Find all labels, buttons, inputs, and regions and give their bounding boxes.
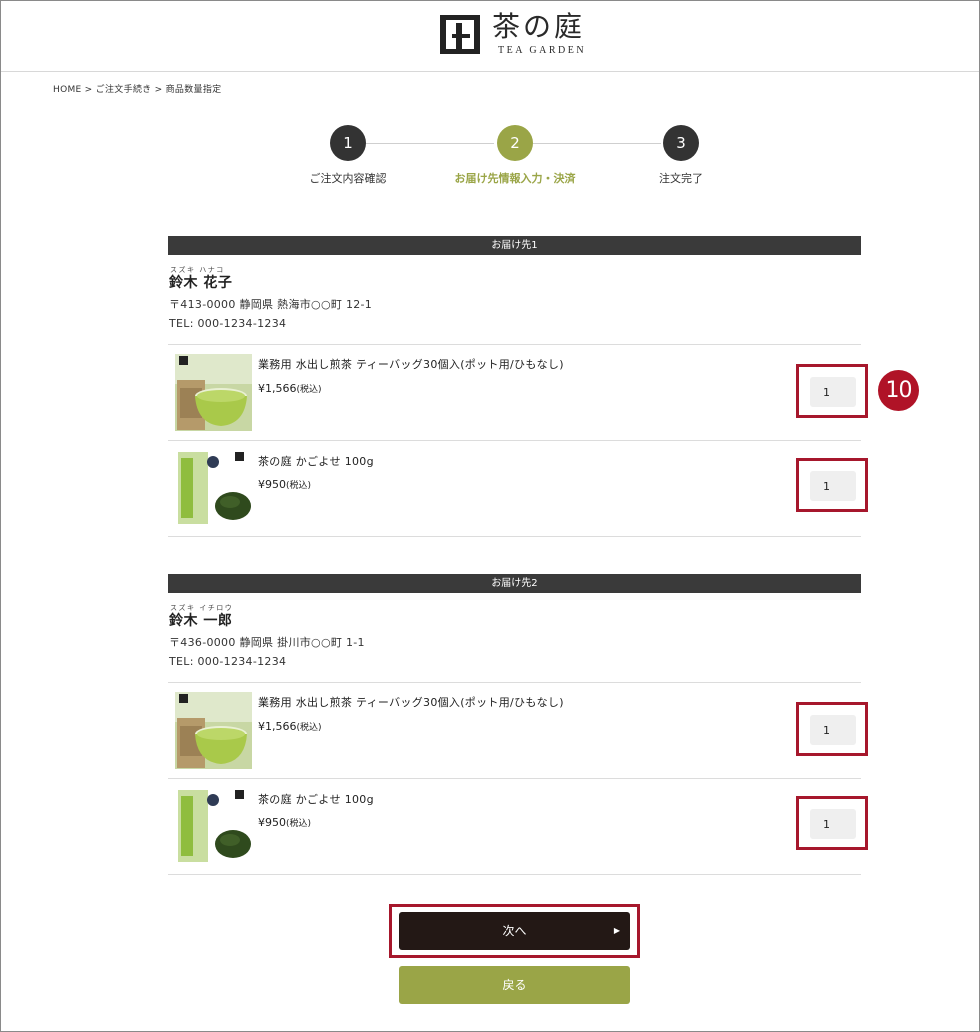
- product-name[interactable]: 業務用 水出し煎茶 ティーバッグ30個入(ポット用/ひもなし): [258, 694, 564, 710]
- tea-leaf-product-icon: [175, 450, 252, 527]
- product-price: ¥950(税込): [258, 816, 311, 829]
- divider: [168, 536, 861, 537]
- product-name[interactable]: 茶の庭 かごよせ 100g: [258, 453, 374, 469]
- step-3-label: 注文完了: [659, 172, 703, 185]
- play-arrow-icon: ▶: [613, 926, 620, 935]
- quantity-input[interactable]: [810, 377, 856, 407]
- step-connector: [533, 143, 661, 144]
- quantity-highlight: [796, 364, 868, 418]
- product-image-kagoyose[interactable]: [175, 788, 252, 865]
- teabag-product-icon: [175, 354, 252, 431]
- site-header: 茶の庭 TEA GARDEN: [1, 1, 979, 72]
- price-value: ¥1,566: [258, 382, 297, 395]
- step-2-label: お届け先情報入力・決済: [454, 172, 576, 185]
- quantity-input[interactable]: [810, 809, 856, 839]
- product-image-kagoyose[interactable]: [175, 450, 252, 527]
- tea-leaf-product-icon: [175, 788, 252, 865]
- price-value: ¥1,566: [258, 720, 297, 733]
- price-value: ¥950: [258, 816, 286, 829]
- quantity-highlight: [796, 796, 868, 850]
- logo-text-jp: 茶の庭: [492, 10, 586, 43]
- next-button-highlight: 次へ ▶: [389, 904, 640, 958]
- destination-2-name: 鈴木 一郎: [169, 613, 233, 629]
- destination-1-name: 鈴木 花子: [169, 275, 233, 291]
- quantity-input[interactable]: [810, 715, 856, 745]
- divider: [168, 440, 861, 441]
- product-image-teabag[interactable]: [175, 692, 252, 769]
- divider: [168, 778, 861, 779]
- step-1-label: ご注文内容確認: [309, 172, 387, 185]
- site-logo[interactable]: 茶の庭 TEA GARDEN: [438, 11, 598, 61]
- destination-1-tel: TEL: 000-1234-1234: [169, 317, 287, 330]
- destination-2-heading: お届け先2: [168, 574, 861, 593]
- quantity-input[interactable]: [810, 471, 856, 501]
- product-image-teabag[interactable]: [175, 354, 252, 431]
- destination-1-address: 〒413-0000 静岡県 熱海市○○町 12-1: [169, 298, 373, 311]
- tax-label: (税込): [296, 385, 322, 395]
- product-price: ¥1,566(税込): [258, 720, 322, 733]
- quantity-highlight: [796, 702, 868, 756]
- back-button[interactable]: 戻る: [399, 966, 630, 1004]
- teabag-product-icon: [175, 692, 252, 769]
- destination-1-heading: お届け先1: [168, 236, 861, 255]
- divider: [168, 874, 861, 875]
- next-button[interactable]: 次へ ▶: [399, 912, 630, 950]
- tax-label: (税込): [286, 481, 312, 491]
- progress-stepper: 1 ご注文内容確認 2 お届け先情報入力・決済 3 注文完了: [0, 124, 980, 194]
- breadcrumb[interactable]: HOME > ご注文手続き > 商品数量指定: [53, 82, 221, 95]
- product-name[interactable]: 業務用 水出し煎茶 ティーバッグ30個入(ポット用/ひもなし): [258, 356, 564, 372]
- price-value: ¥950: [258, 478, 286, 491]
- destination-2-address: 〒436-0000 静岡県 掛川市○○町 1-1: [169, 636, 365, 649]
- tax-label: (税込): [286, 819, 312, 829]
- divider: [168, 344, 861, 345]
- logo-text-en: TEA GARDEN: [498, 45, 587, 56]
- destination-2-tel: TEL: 000-1234-1234: [169, 655, 287, 668]
- step-1-circle: 1: [330, 125, 366, 161]
- product-price: ¥1,566(税込): [258, 382, 322, 395]
- divider: [168, 682, 861, 683]
- annotation-badge: 10: [878, 370, 919, 411]
- product-name[interactable]: 茶の庭 かごよせ 100g: [258, 791, 374, 807]
- step-connector: [366, 143, 494, 144]
- step-2-circle: 2: [497, 125, 533, 161]
- tax-label: (税込): [296, 723, 322, 733]
- step-3-circle: 3: [663, 125, 699, 161]
- quantity-highlight: [796, 458, 868, 512]
- product-price: ¥950(税込): [258, 478, 311, 491]
- next-button-label: 次へ: [502, 924, 527, 938]
- logo-mark-icon: [440, 15, 480, 54]
